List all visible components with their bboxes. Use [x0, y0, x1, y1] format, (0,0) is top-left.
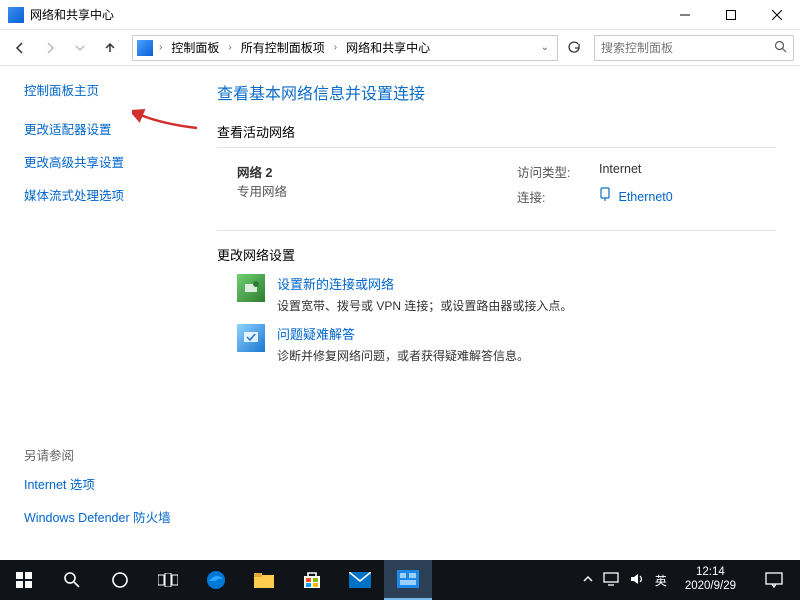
- toolbar: › 控制面板 › 所有控制面板项 › 网络和共享中心 ⌄ 搜索控制面板: [0, 30, 800, 66]
- windows-icon: [16, 572, 32, 588]
- setting-item-new-connection: 设置新的连接或网络 设置宽带、拨号或 VPN 连接；或设置路由器或接入点。: [237, 274, 776, 314]
- cortana-icon: [111, 571, 129, 589]
- taskview-button[interactable]: [144, 560, 192, 600]
- minimize-button[interactable]: [662, 0, 708, 30]
- refresh-button[interactable]: [562, 36, 586, 60]
- chevron-right-icon: ›: [155, 42, 166, 53]
- sidebar-link-media-streaming[interactable]: 媒体流式处理选项: [24, 185, 195, 204]
- close-button[interactable]: [754, 0, 800, 30]
- active-networks-label: 查看活动网络: [217, 122, 776, 141]
- arrow-left-icon: [12, 40, 28, 56]
- main-panel: 查看基本网络信息并设置连接 查看活动网络 网络 2 专用网络 访问类型: Int…: [205, 66, 800, 560]
- content-area: 控制面板主页 更改适配器设置 更改高级共享设置 媒体流式处理选项 另请参阅 In…: [0, 66, 800, 560]
- mail-icon: [349, 572, 371, 588]
- ime-indicator[interactable]: 英: [655, 572, 667, 589]
- sidebar-link-sharing-settings[interactable]: 更改高级共享设置: [24, 152, 195, 171]
- chevron-right-icon: ›: [224, 42, 235, 53]
- nav-recent-button[interactable]: [66, 34, 94, 62]
- arrow-up-icon: [102, 40, 118, 56]
- chevron-up-icon: [583, 574, 593, 584]
- divider: [217, 230, 776, 231]
- troubleshoot-desc: 诊断并修复网络问题，或者获得疑难解答信息。: [277, 347, 529, 364]
- sidebar-link-adapter-settings[interactable]: 更改适配器设置: [24, 119, 195, 138]
- seealso-internet-options[interactable]: Internet 选项: [24, 474, 171, 493]
- refresh-icon: [567, 41, 581, 55]
- page-heading: 查看基本网络信息并设置连接: [217, 80, 776, 104]
- access-type-value: Internet: [599, 162, 641, 181]
- new-connection-desc: 设置宽带、拨号或 VPN 连接；或设置路由器或接入点。: [277, 297, 572, 314]
- taskbar: 英 12:14 2020/9/29: [0, 560, 800, 600]
- network-name: 网络 2: [237, 162, 517, 181]
- arrow-right-icon: [42, 40, 58, 56]
- breadcrumb-item[interactable]: 所有控制面板项: [238, 37, 328, 58]
- search-icon: [774, 40, 787, 56]
- divider: [217, 147, 776, 148]
- chevron-right-icon: ›: [330, 42, 341, 53]
- clock-date: 2020/9/29: [685, 580, 736, 594]
- minimize-icon: [680, 10, 690, 20]
- access-type-label: 访问类型:: [517, 162, 587, 181]
- change-settings-label: 更改网络设置: [217, 245, 776, 264]
- app-icon: [8, 7, 24, 23]
- ethernet-icon: [599, 190, 614, 204]
- taskbar-app-explorer[interactable]: [240, 560, 288, 600]
- taskbar-app-control-panel[interactable]: [384, 560, 432, 600]
- sidebar-home-link[interactable]: 控制面板主页: [24, 80, 195, 99]
- chevron-down-icon[interactable]: ⌄: [537, 42, 553, 53]
- connection-link[interactable]: Ethernet0: [599, 187, 673, 206]
- store-icon: [302, 570, 322, 590]
- connection-label: 连接:: [517, 187, 587, 206]
- taskbar-search-button[interactable]: [48, 560, 96, 600]
- start-button[interactable]: [0, 560, 48, 600]
- taskbar-clock[interactable]: 12:14 2020/9/29: [677, 566, 744, 594]
- tray-volume-icon[interactable]: [629, 572, 645, 589]
- maximize-icon: [726, 10, 736, 20]
- chevron-down-icon: [75, 43, 85, 53]
- sidebar-seealso: 另请参阅 Internet 选项 Windows Defender 防火墙: [24, 445, 171, 540]
- sidebar: 控制面板主页 更改适配器设置 更改高级共享设置 媒体流式处理选项 另请参阅 In…: [0, 66, 205, 560]
- search-icon: [63, 571, 81, 589]
- taskbar-app-mail[interactable]: [336, 560, 384, 600]
- taskview-icon: [158, 573, 178, 587]
- breadcrumb[interactable]: › 控制面板 › 所有控制面板项 › 网络和共享中心 ⌄: [132, 35, 558, 61]
- control-panel-icon: [137, 40, 153, 56]
- troubleshoot-icon: [237, 324, 265, 352]
- notification-icon: [765, 572, 783, 588]
- search-placeholder: 搜索控制面板: [601, 39, 673, 56]
- new-connection-link[interactable]: 设置新的连接或网络: [277, 277, 394, 292]
- breadcrumb-item[interactable]: 网络和共享中心: [343, 37, 433, 58]
- folder-icon: [253, 571, 275, 589]
- edge-icon: [205, 569, 227, 591]
- network-type: 专用网络: [237, 181, 517, 200]
- action-center-button[interactable]: [754, 560, 794, 600]
- window-title: 网络和共享中心: [30, 6, 662, 23]
- nav-up-button[interactable]: [96, 34, 124, 62]
- connection-value: Ethernet0: [618, 190, 672, 204]
- control-panel-icon: [397, 570, 419, 588]
- taskbar-app-edge[interactable]: [192, 560, 240, 600]
- nav-forward-button[interactable]: [36, 34, 64, 62]
- monitor-icon: [603, 572, 619, 586]
- speaker-icon: [629, 572, 645, 586]
- maximize-button[interactable]: [708, 0, 754, 30]
- taskbar-app-store[interactable]: [288, 560, 336, 600]
- setting-item-troubleshoot: 问题疑难解答 诊断并修复网络问题，或者获得疑难解答信息。: [237, 324, 776, 364]
- new-connection-icon: [237, 274, 265, 302]
- cortana-button[interactable]: [96, 560, 144, 600]
- system-tray: 英 12:14 2020/9/29: [583, 560, 800, 600]
- troubleshoot-link[interactable]: 问题疑难解答: [277, 327, 355, 342]
- network-block: 网络 2 专用网络 访问类型: Internet 连接: Ethernet0: [237, 162, 776, 212]
- search-input[interactable]: 搜索控制面板: [594, 35, 794, 61]
- breadcrumb-item[interactable]: 控制面板: [168, 37, 222, 58]
- clock-time: 12:14: [685, 566, 736, 580]
- seealso-label: 另请参阅: [24, 445, 171, 464]
- close-icon: [772, 10, 782, 20]
- seealso-defender-firewall[interactable]: Windows Defender 防火墙: [24, 507, 171, 526]
- window-titlebar: 网络和共享中心: [0, 0, 800, 30]
- tray-overflow-button[interactable]: [583, 573, 593, 587]
- nav-back-button[interactable]: [6, 34, 34, 62]
- tray-network-icon[interactable]: [603, 572, 619, 589]
